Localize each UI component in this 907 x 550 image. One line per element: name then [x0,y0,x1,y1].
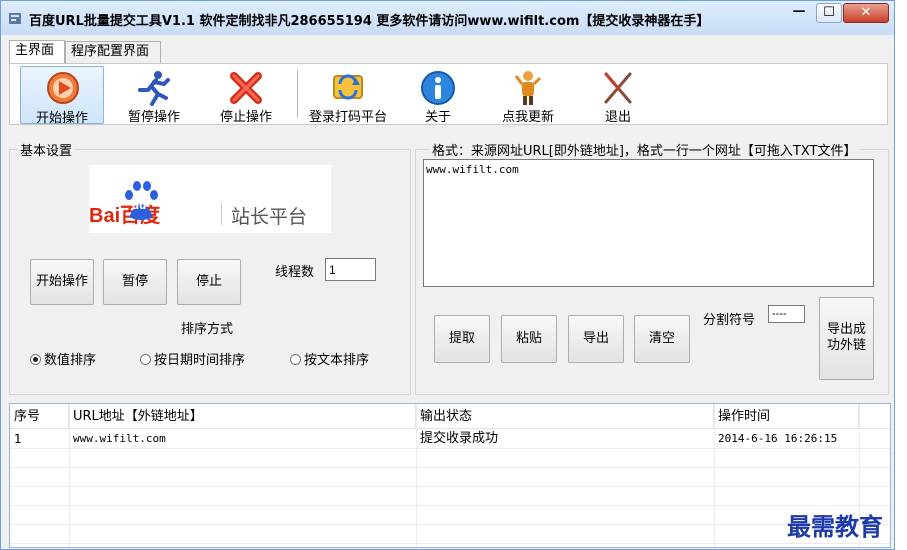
toolbar-separator [297,70,298,118]
radio-dot [140,354,151,365]
sort-by-number-label: 数值排序 [44,353,97,368]
title-bar[interactable]: 百度URL批量提交工具V1.1 软件定制找非凡286655194 更多软件请访问… [1,1,894,35]
start-button[interactable]: 开始操作 [30,259,94,305]
red-x-icon [230,72,262,104]
results-table[interactable]: 序号 URL地址【外链地址】 输出状态 操作时间 1 www.wifilt.co… [9,403,891,548]
toolbar: 开始操作 暂停操作 停止操作 登录打码平台 关于 点我更新 退出 [9,63,888,126]
exit-tool[interactable]: 退出 [576,66,660,125]
app-icon [9,13,21,24]
play-icon [47,72,79,104]
tab-config[interactable]: 程序配置界面 [65,41,161,63]
export-button[interactable]: 导出 [568,315,624,363]
update-tool[interactable]: 点我更新 [486,66,570,125]
export-success-links-button[interactable]: 导出成功外链 [819,297,874,380]
info-icon [421,71,455,105]
update-person-icon [514,71,542,105]
cell-index: 1 [14,432,22,446]
radio-dot [30,354,41,365]
close-button[interactable]: ✕ [843,3,889,23]
col-header-status[interactable]: 输出状态 [416,404,714,429]
pause-operation-label: 暂停操作 [127,110,180,125]
stop-operation-tool[interactable]: 停止操作 [204,66,288,125]
about-label: 关于 [424,110,451,125]
pause-button[interactable]: 暂停 [103,259,167,305]
stop-operation-label: 停止操作 [219,110,272,125]
about-tool[interactable]: 关于 [396,66,480,125]
separator-label: 分割符号 [703,313,756,328]
grid-hline [10,448,890,449]
watermark-text: 最需教育 [787,512,883,541]
extract-button[interactable]: 提取 [434,315,490,363]
format-description-label: 格式：来源网址URL[即外链地址]，格式一行一个网址【可拖入TXT文件】 [429,140,860,159]
update-label: 点我更新 [501,110,554,125]
logo-divider [221,203,222,225]
sort-by-datetime-radio[interactable]: 按日期时间排序 [140,349,245,368]
cell-url: www.wifilt.com [73,432,166,445]
sort-by-text-label: 按文本排序 [304,353,370,368]
start-operation-label: 开始操作 [35,111,88,126]
col-header-index[interactable]: 序号 [10,404,69,429]
window-title: 百度URL批量提交工具V1.1 软件定制找非凡286655194 更多软件请访问… [29,14,710,29]
exit-scissors-icon [604,72,632,104]
sort-by-number-radio[interactable]: 数值排序 [30,349,96,368]
grid-hline [10,505,890,506]
separator-input[interactable] [768,305,805,323]
threads-label: 线程数 [275,265,315,280]
radio-dot [290,354,301,365]
sort-method-label: 排序方式 [181,322,234,337]
grid-hline [10,543,890,544]
cell-status: 提交收录成功 [420,431,499,446]
start-operation-tool[interactable]: 开始操作 [20,66,104,126]
webmaster-platform-text: 站长平台 [231,206,308,228]
login-captcha-label: 登录打码平台 [308,110,387,125]
baidu-logo: Bai百度 du 站长平台 [89,165,331,233]
pause-operation-tool[interactable]: 暂停操作 [112,66,196,125]
threads-input[interactable] [325,258,376,281]
grid-hline [10,524,890,525]
source-url-textarea[interactable]: www.wifilt.com [423,159,874,287]
grid-hline [10,467,890,468]
col-header-filler [859,404,890,429]
minimize-button[interactable]: — [786,3,812,23]
login-refresh-icon [333,74,363,100]
running-man-icon [138,71,170,106]
exit-label: 退出 [604,110,631,125]
app-window: 百度URL批量提交工具V1.1 软件定制找非凡286655194 更多软件请访问… [0,0,895,550]
clear-button[interactable]: 清空 [634,315,690,363]
login-captcha-tool[interactable]: 登录打码平台 [302,66,394,125]
paste-button[interactable]: 粘贴 [501,315,557,363]
grid-vline [69,404,70,547]
baidu-paw-text: du [132,201,147,212]
grid-vline [416,404,417,547]
col-header-time[interactable]: 操作时间 [714,404,859,429]
grid-vline [714,404,715,547]
tab-main[interactable]: 主界面 [9,40,65,64]
col-header-url[interactable]: URL地址【外链地址】 [69,404,416,429]
maximize-button[interactable]: ☐ [816,3,842,23]
cell-time: 2014-6-16 16:26:15 [718,432,838,445]
stop-button[interactable]: 停止 [177,259,241,305]
grid-hline [10,486,890,487]
basic-settings-label: 基本设置 [17,140,76,159]
sort-by-datetime-label: 按日期时间排序 [154,353,246,368]
sort-by-text-radio[interactable]: 按文本排序 [290,349,369,368]
